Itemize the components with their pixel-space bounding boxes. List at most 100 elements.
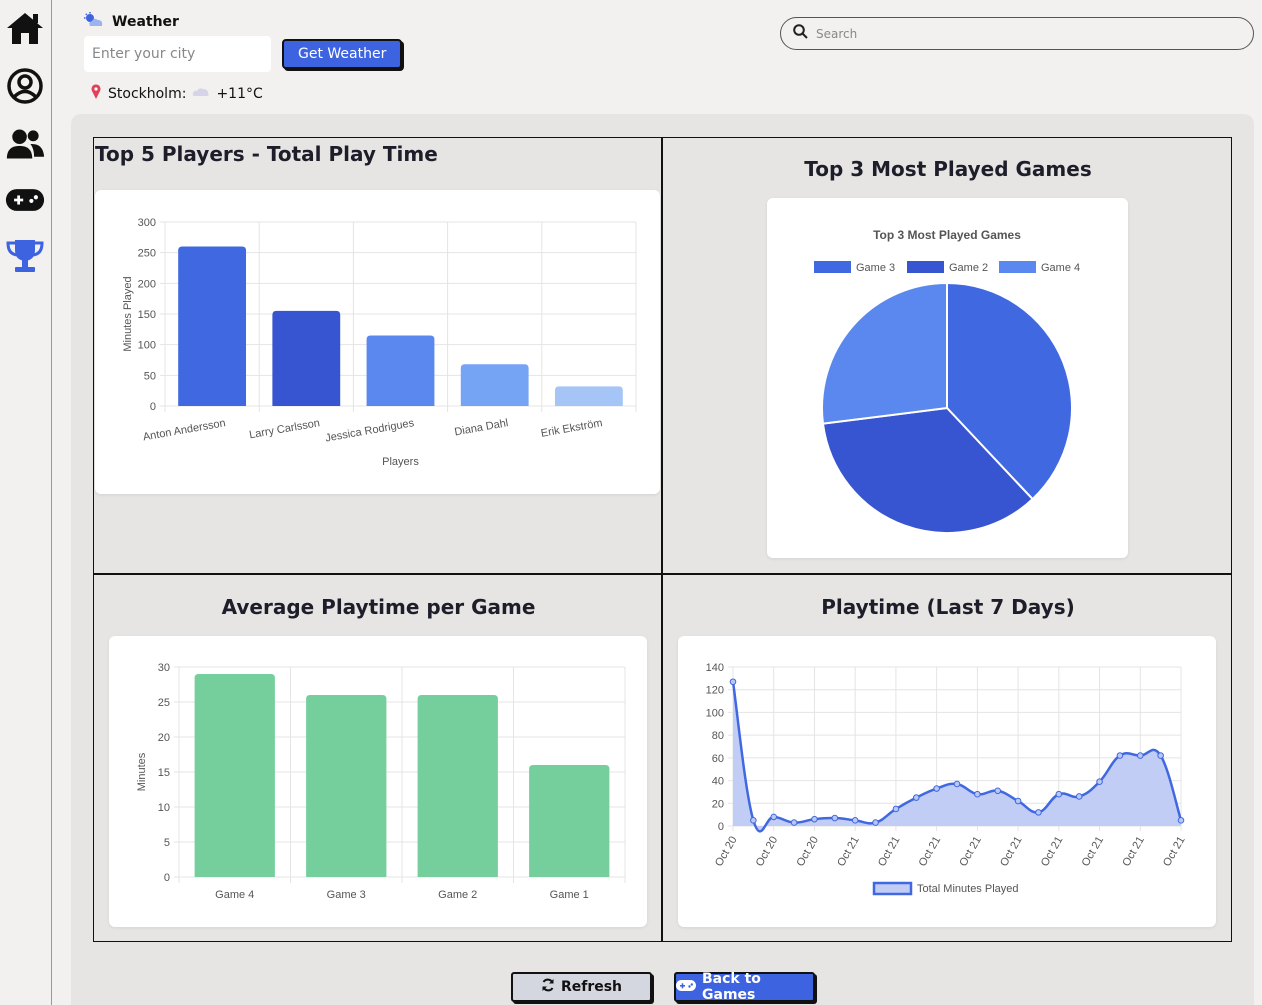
top-players-card: Top 5 Players - Total Play Time 0 50 100 15… [93,137,662,574]
data-point [790,819,798,826]
legend-swatch [907,261,944,273]
y-tick-label: 60 [712,753,724,765]
search-bar[interactable] [780,17,1254,50]
home-icon[interactable] [5,8,45,48]
x-tick-label: Anton Andersson [142,417,227,443]
card-title: Playtime (Last 7 Days) [821,595,1075,619]
trophy-icon[interactable] [5,236,45,276]
y-tick-label: 140 [706,662,724,674]
data-point [892,805,900,813]
back-to-games-button[interactable]: Back to Games [674,971,815,1003]
x-tick-label: Oct 21 [1039,835,1066,869]
search-icon [793,24,808,43]
data-point [750,817,757,824]
y-axis-label: Minutes [136,752,148,791]
y-tick-label: 50 [144,370,156,382]
x-tick-label: Game 3 [327,889,366,901]
data-point [729,678,737,686]
weather-widget: Weather Get Weather Stockholm: +11°C [84,12,403,104]
data-point [994,787,1002,795]
area-fill [733,681,1181,832]
x-tick-label: Oct 21 [917,835,944,869]
y-tick-label: 100 [706,707,724,719]
bar-chart-top-players: 0 50 100 150 200 250 300 Anton Andersson Larry C… [122,217,637,468]
refresh-button[interactable]: Refresh [511,972,652,1002]
x-tick-label: Game 2 [438,889,477,901]
bar [554,386,623,406]
y-tick-label: 40 [712,776,724,788]
data-point [912,794,920,801]
data-point [1075,793,1083,800]
bar [460,364,529,406]
x-tick-label: Oct 20 [713,835,740,869]
x-tick-label: Oct 21 [957,835,984,869]
line-chart-last7: 0 20 40 60 80 100 120 140 Oct 20 Oct 20 Oct 20 Oct … [706,662,1188,896]
gamepad-icon[interactable] [5,180,45,220]
x-tick-label: Oct 21 [1080,835,1107,869]
refresh-label: Refresh [560,979,623,995]
legend-swatch [872,881,913,896]
y-tick-label: 5 [164,837,170,849]
get-weather-button[interactable]: Get Weather [282,39,403,69]
data-point [1136,752,1144,759]
location-pin-icon [90,84,102,104]
search-input[interactable] [816,26,1236,41]
profile-icon[interactable] [5,66,45,106]
data-point [831,814,839,822]
card-title: Top 5 Players - Total Play Time [95,142,438,166]
legend-label: Game 2 [949,262,988,274]
y-tick-label: 150 [138,309,156,321]
bar [194,674,275,877]
data-point [933,785,940,792]
y-tick-label: 250 [138,248,156,260]
bar [529,765,610,877]
y-tick-label: 0 [150,401,156,413]
pie-chart-top-games: Top 3 Most Played Games Game 3 Game 2 Game … [814,228,1080,534]
back-label: Back to Games [702,971,761,1003]
avg-playtime-card: Average Playtime per Game 0 5 10 15 20 25 30 Ga… [93,574,662,942]
data-point [1055,790,1063,798]
top-games-chart: Top 3 Most Played Games Game 3 Game 2 Game … [767,198,1128,558]
y-tick-label: 120 [706,685,724,697]
pie-title: Top 3 Most Played Games [873,228,1021,242]
data-point [953,780,961,788]
data-point [811,815,818,823]
city-input[interactable] [84,36,271,72]
y-tick-label: 100 [138,340,156,352]
data-point [770,813,778,821]
x-tick-label: Erik Ekström [540,417,603,440]
top-games-card: Top 3 Most Played Games Top 3 Most Playe… [662,137,1232,574]
refresh-icon [541,978,555,996]
x-tick-label: Diana Dahl [454,417,510,438]
x-tick-label: Game 1 [550,889,589,901]
last7-card: Playtime (Last 7 Days) 0 20 40 60 80 100 120 14… [662,574,1232,942]
data-point [872,819,879,826]
data-point [1096,778,1103,786]
legend-swatch [999,261,1036,273]
bar-chart-avg-playtime: 0 5 10 15 20 25 30 Game 4 Game 3 Game 2 Game 1 Minu… [136,662,626,901]
y-tick-label: 25 [158,697,170,709]
legend-label: Total Minutes Played [917,883,1019,895]
y-axis-label: Minutes Played [122,276,134,351]
legend-swatch [814,261,851,273]
data-point [1014,797,1022,805]
x-axis-label: Players [382,456,419,468]
x-tick-label: Oct 21 [1161,835,1188,869]
x-tick-label: Oct 21 [998,835,1025,869]
bar [272,310,341,406]
data-point [974,790,981,798]
y-tick-label: 20 [712,798,724,810]
weather-icon [84,12,104,32]
y-tick-label: 20 [158,732,170,744]
card-title: Average Playtime per Game [221,595,536,619]
weather-title: Weather [112,14,179,30]
data-point [1177,817,1185,824]
y-tick-label: 300 [138,217,156,229]
weather-result: Stockholm: +11°C [84,84,402,104]
bar [366,335,435,406]
y-tick-label: 0 [164,872,170,884]
cloud-icon [192,86,210,102]
card-title: Top 3 Most Played Games [804,157,1092,181]
x-tick-label: Jessica Rodrigues [324,417,415,445]
users-icon[interactable] [5,124,45,164]
